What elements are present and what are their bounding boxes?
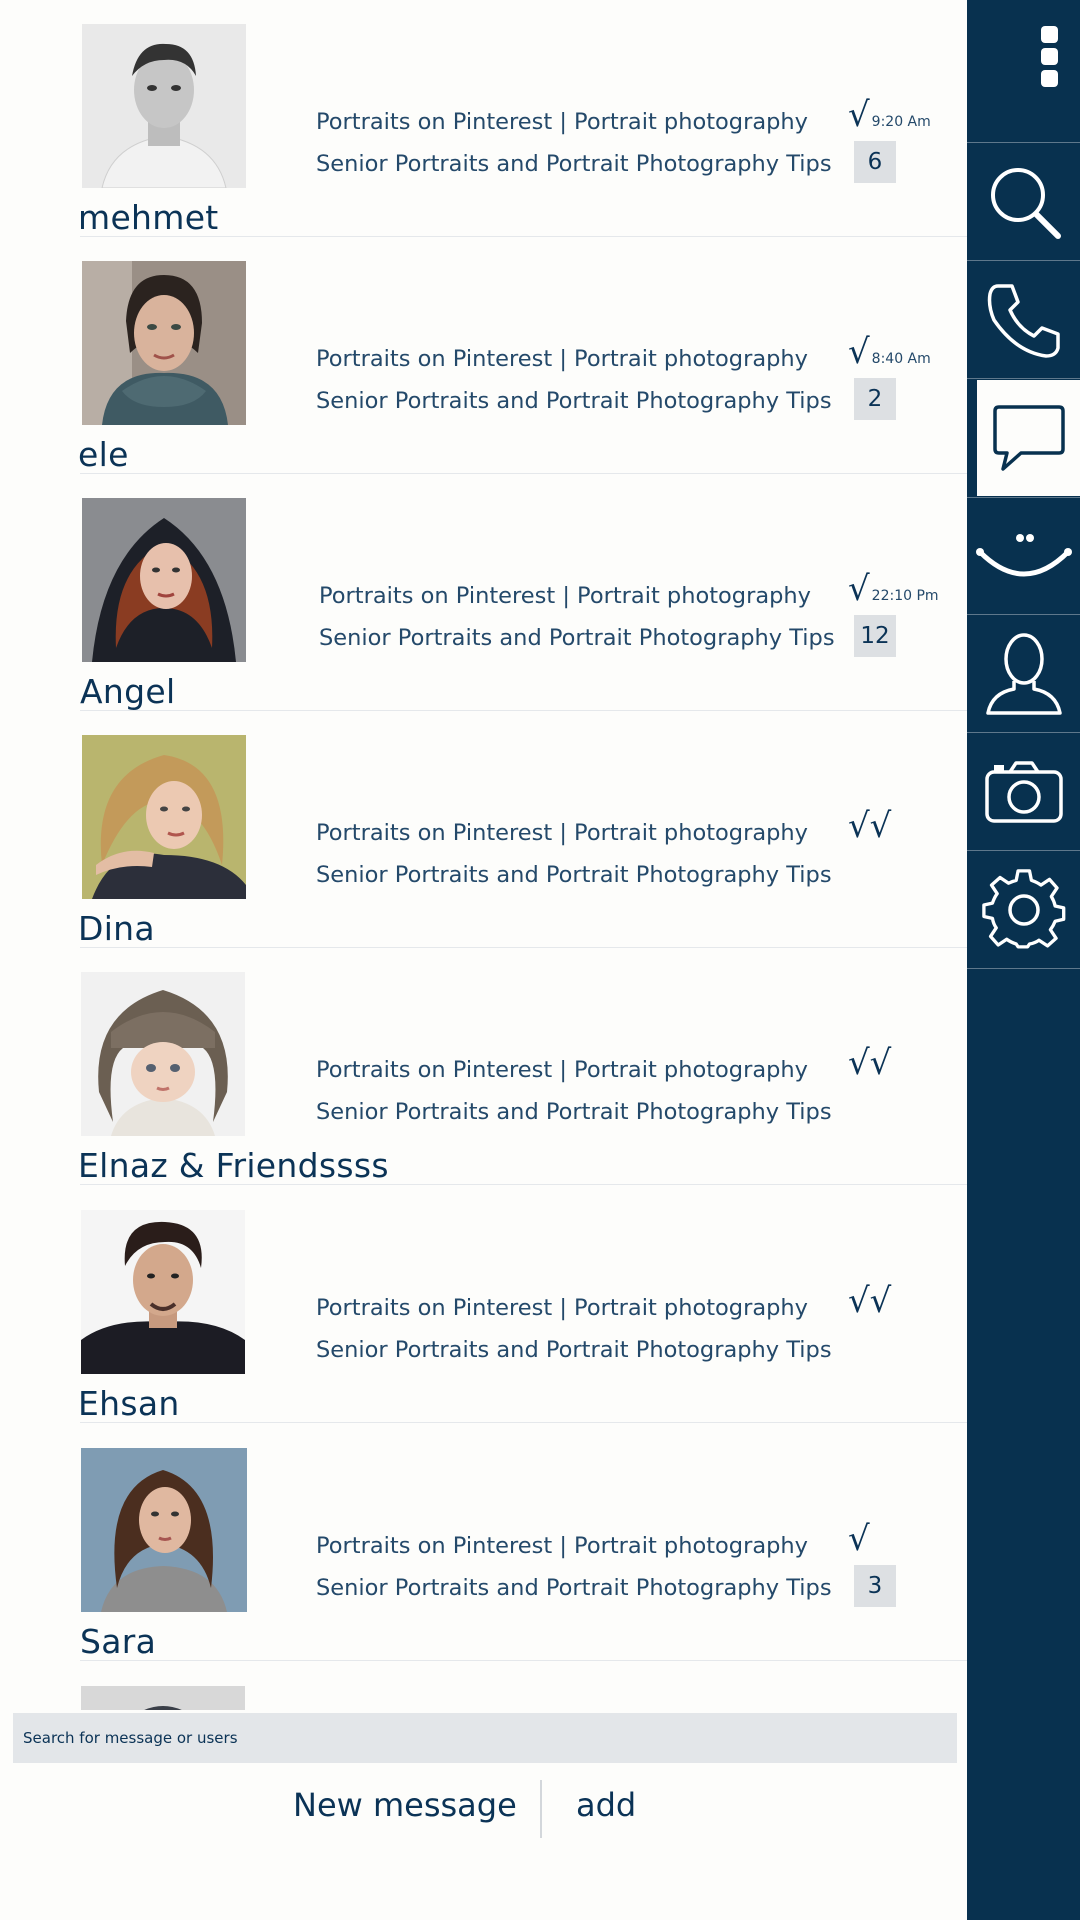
conversation-row-sara[interactable]: Sara Portraits on Pinterest | Portrait p…	[80, 1424, 967, 1661]
divider	[540, 1780, 542, 1838]
preview-line-1: Portraits on Pinterest | Portrait photog…	[316, 109, 808, 135]
conversation-list: mehmet Portraits on Pinterest | Portrait…	[0, 0, 967, 1710]
preview-line-2: Senior Portraits and Portrait Photograph…	[316, 1099, 832, 1125]
sidebar-item-search[interactable]	[967, 143, 1080, 261]
message-preview: Portraits on Pinterest | Portrait photog…	[316, 1287, 832, 1371]
preview-line-2: Senior Portraits and Portrait Photograph…	[316, 862, 832, 888]
conversation-row-ele[interactable]: ele Portraits on Pinterest | Portrait ph…	[78, 237, 967, 474]
message-status: √	[848, 1516, 872, 1556]
chat-bubble-icon	[992, 405, 1065, 471]
preview-line-1: Portraits on Pinterest | Portrait photog…	[316, 1057, 808, 1083]
search-icon	[990, 167, 1061, 239]
check-mark-icon: √	[848, 569, 870, 609]
preview-line-1: Portraits on Pinterest | Portrait photog…	[319, 583, 811, 609]
preview-line-2: Senior Portraits and Portrait Photograph…	[316, 151, 832, 177]
message-status: √ 22:10 Pm	[848, 566, 939, 606]
message-status: √√	[848, 1278, 893, 1318]
timestamp: 22:10 Pm	[871, 588, 939, 604]
avatar	[81, 1686, 245, 1710]
message-preview: Portraits on Pinterest | Portrait photog…	[316, 338, 832, 422]
unread-badge: 12	[854, 615, 896, 657]
avatar	[81, 1448, 247, 1612]
unread-badge: 6	[854, 141, 896, 183]
avatar	[82, 735, 246, 899]
contact-name: Dina	[78, 909, 155, 948]
contact-name: mehmet	[78, 198, 219, 237]
conversation-row-angel[interactable]: Angel Portraits on Pinterest | Portrait …	[80, 474, 967, 711]
avatar	[81, 1210, 245, 1374]
contact-name: ele	[78, 435, 129, 474]
preview-line-2: Senior Portraits and Portrait Photograph…	[319, 625, 835, 651]
avatar	[82, 261, 246, 425]
check-mark-icon: √	[848, 1519, 870, 1559]
conversation-row-ehsan[interactable]: Ehsan Portraits on Pinterest | Portrait …	[78, 1186, 967, 1423]
sidebar-item-camera[interactable]	[967, 733, 1080, 851]
message-preview: Portraits on Pinterest | Portrait photog…	[316, 1525, 832, 1609]
contact-name: Angel	[80, 672, 176, 711]
unread-badge: 2	[854, 378, 896, 420]
preview-line-1: Portraits on Pinterest | Portrait photog…	[316, 346, 808, 372]
message-status: √ 8:40 Am	[848, 329, 931, 369]
message-status: √ 9:20 Am	[848, 92, 931, 132]
message-preview: Portraits on Pinterest | Portrait photog…	[316, 101, 832, 185]
overflow-menu-button[interactable]	[967, 0, 1080, 143]
chat-app: mehmet Portraits on Pinterest | Portrait…	[0, 0, 1080, 1920]
unread-badge: 3	[854, 1565, 896, 1607]
double-check-icon: √√	[848, 806, 892, 846]
timestamp: 8:40 Am	[871, 351, 931, 367]
smiley-icon	[975, 534, 1072, 577]
preview-line-2: Senior Portraits and Portrait Photograph…	[316, 1337, 832, 1363]
sidebar-item-profile[interactable]	[967, 615, 1080, 733]
double-check-icon: √√	[848, 1281, 892, 1321]
double-check-icon: √√	[848, 1043, 892, 1083]
message-preview: Portraits on Pinterest | Portrait photog…	[316, 812, 832, 896]
conversation-row-partial[interactable]	[80, 1662, 967, 1710]
preview-line-1: Portraits on Pinterest | Portrait photog…	[316, 1533, 808, 1559]
message-preview: Portraits on Pinterest | Portrait photog…	[319, 575, 835, 659]
check-mark-icon: √	[848, 95, 870, 135]
avatar	[82, 24, 246, 188]
check-mark-icon: √	[848, 332, 870, 372]
sidebar-item-chats[interactable]	[977, 380, 1080, 496]
preview-line-1: Portraits on Pinterest | Portrait photog…	[316, 1295, 808, 1321]
conversation-row-dina[interactable]: Dina Portraits on Pinterest | Portrait p…	[78, 711, 967, 948]
sidebar-item-calls[interactable]	[967, 261, 1080, 379]
preview-line-1: Portraits on Pinterest | Portrait photog…	[316, 820, 808, 846]
user-icon	[985, 632, 1062, 715]
preview-line-2: Senior Portraits and Portrait Photograph…	[316, 1575, 832, 1601]
more-vertical-icon	[1041, 26, 1058, 87]
message-preview: Portraits on Pinterest | Portrait photog…	[316, 1049, 832, 1133]
search-input[interactable]	[23, 1713, 957, 1763]
preview-line-2: Senior Portraits and Portrait Photograph…	[316, 388, 832, 414]
sidebar-item-stickers[interactable]	[967, 497, 1080, 615]
contact-name: Ehsan	[78, 1384, 180, 1423]
avatar	[81, 972, 245, 1136]
conversation-row-mehmet[interactable]: mehmet Portraits on Pinterest | Portrait…	[78, 0, 967, 237]
sidebar	[967, 0, 1080, 1920]
gear-icon	[981, 868, 1065, 949]
timestamp: 9:20 Am	[871, 114, 931, 130]
sidebar-item-settings[interactable]	[967, 851, 1080, 969]
new-message-button[interactable]: New message	[293, 1780, 517, 1830]
conversation-row-elnaz-and-friends[interactable]: Elnaz & Friendssss Portraits on Pinteres…	[78, 948, 967, 1185]
avatar	[82, 498, 246, 662]
add-button[interactable]: add	[576, 1780, 636, 1830]
phone-icon	[987, 283, 1060, 358]
message-status: √√	[848, 803, 893, 843]
contact-name: Elnaz & Friendssss	[78, 1146, 389, 1185]
camera-icon	[984, 760, 1063, 823]
contact-name: Sara	[80, 1622, 157, 1661]
search-bar	[13, 1713, 957, 1763]
message-status: √√	[848, 1040, 893, 1080]
